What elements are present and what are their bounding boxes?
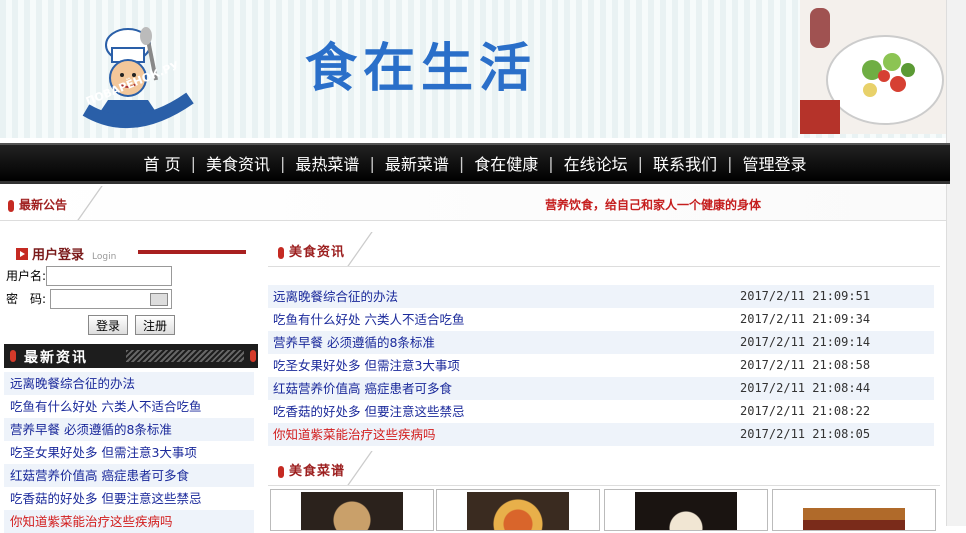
tag-pill-icon xyxy=(278,246,284,259)
list-item[interactable]: 吃圣女果好处多 但需注意3大事项 xyxy=(4,441,254,464)
nav-new-recipes[interactable]: 最新菜谱 xyxy=(375,151,459,175)
announcement-label: 最新公告 xyxy=(8,196,67,213)
nav-health[interactable]: 食在健康 xyxy=(464,151,548,175)
title-underline-bar xyxy=(138,250,246,254)
food-news-table: 远离晚餐综合征的办法 2017/2/11 21:09:51 吃鱼有什么好处 六类人… xyxy=(268,285,934,446)
tab-slant-divider xyxy=(346,232,374,266)
list-item[interactable]: 吃香菇的好处多 但要注意这些禁忌 xyxy=(4,487,254,510)
recipe-thumbnail[interactable] xyxy=(270,489,434,531)
sidebar: 用户登录 Login 用户名: 密 码: 登录 注册 最新资讯 远离晚餐综合征的办… xyxy=(0,232,262,533)
tag-pill-icon xyxy=(278,465,284,478)
nav-forum[interactable]: 在线论坛 xyxy=(554,151,638,175)
list-item[interactable]: 营养早餐 必须遵循的8条标准 xyxy=(4,418,254,441)
table-row[interactable]: 吃圣女果好处多 但需注意3大事项 2017/2/11 21:08:58 xyxy=(268,354,934,377)
tab-slant-divider xyxy=(346,451,374,485)
tag-pill-icon xyxy=(10,350,16,362)
username-input[interactable] xyxy=(46,266,173,286)
nav-food-news[interactable]: 美食资讯 xyxy=(196,151,280,175)
site-banner: ПОВАРЁНОК.РУ 食在生活 xyxy=(0,0,946,138)
tab-slant-divider xyxy=(75,186,105,220)
food-news-title: 美食资讯 xyxy=(278,241,345,260)
recipe-thumbnail[interactable] xyxy=(436,489,600,531)
nav-home[interactable]: 首 页 xyxy=(134,151,191,175)
page-scrollbar[interactable] xyxy=(946,0,966,526)
main-nav: 首 页 | 美食资讯 | 最热菜谱 | 最新菜谱 | 食在健康 | 在线论坛 |… xyxy=(0,143,950,184)
food-news-header: 美食资讯 xyxy=(268,232,940,267)
table-row[interactable]: 远离晚餐综合征的办法 2017/2/11 21:09:51 xyxy=(268,285,934,308)
recipe-thumbnail[interactable] xyxy=(604,489,768,531)
list-item[interactable]: 红菇营养价值高 癌症患者可多食 xyxy=(4,464,254,487)
table-row[interactable]: 吃鱼有什么好处 六类人不适合吃鱼 2017/2/11 21:09:34 xyxy=(268,308,934,331)
password-row: 密 码: xyxy=(6,289,172,309)
hatch-decoration xyxy=(126,350,244,362)
username-label: 用户名: xyxy=(6,269,47,283)
table-row[interactable]: 红菇营养价值高 癌症患者可多食 2017/2/11 21:08:44 xyxy=(268,377,934,400)
tag-pill-icon xyxy=(250,350,256,362)
list-item[interactable]: 远离晚餐综合征的办法 xyxy=(4,372,254,395)
latest-news-title: 最新资讯 xyxy=(24,350,88,366)
recipes-title: 美食菜谱 xyxy=(278,460,345,479)
site-title: 食在生活 xyxy=(305,38,538,99)
register-button[interactable]: 注册 xyxy=(135,315,176,335)
tag-pill-icon xyxy=(8,199,14,212)
list-item[interactable]: 吃鱼有什么好处 六类人不适合吃鱼 xyxy=(4,395,254,418)
announcement-text: 营养饮食，给自己和家人一个健康的身体 xyxy=(545,198,762,212)
table-row[interactable]: 吃香菇的好处多 但要注意这些禁忌 2017/2/11 21:08:22 xyxy=(268,400,934,423)
latest-news-header: 最新资讯 xyxy=(4,344,258,368)
recipes-header: 美食菜谱 xyxy=(268,451,940,486)
nav-contact[interactable]: 联系我们 xyxy=(643,151,727,175)
username-row: 用户名: xyxy=(6,266,173,286)
list-item[interactable]: 你知道紫菜能治疗这些疾病吗 xyxy=(4,510,254,533)
table-row[interactable]: 营养早餐 必须遵循的8条标准 2017/2/11 21:09:14 xyxy=(268,331,934,354)
announcement-bar: 最新公告 营养饮食，给自己和家人一个健康的身体 xyxy=(0,186,946,221)
recipe-thumbnail[interactable] xyxy=(772,489,936,531)
login-button[interactable]: 登录 xyxy=(88,315,129,335)
salad-plate-image xyxy=(800,0,946,134)
table-row[interactable]: 你知道紫菜能治疗这些疾病吗 2017/2/11 21:08:05 xyxy=(268,423,934,446)
nav-admin-login[interactable]: 管理登录 xyxy=(732,151,816,175)
keyboard-icon[interactable] xyxy=(149,293,168,306)
login-panel-title: 用户登录 Login xyxy=(16,244,246,263)
nav-hot-recipes[interactable]: 最热菜谱 xyxy=(285,151,369,175)
latest-news-list: 远离晚餐综合征的办法 吃鱼有什么好处 六类人不适合吃鱼 营养早餐 必须遵循的8条… xyxy=(4,372,254,533)
password-label: 密 码: xyxy=(6,292,47,306)
recipe-thumbnails xyxy=(268,489,940,531)
arrow-right-icon xyxy=(16,248,28,260)
